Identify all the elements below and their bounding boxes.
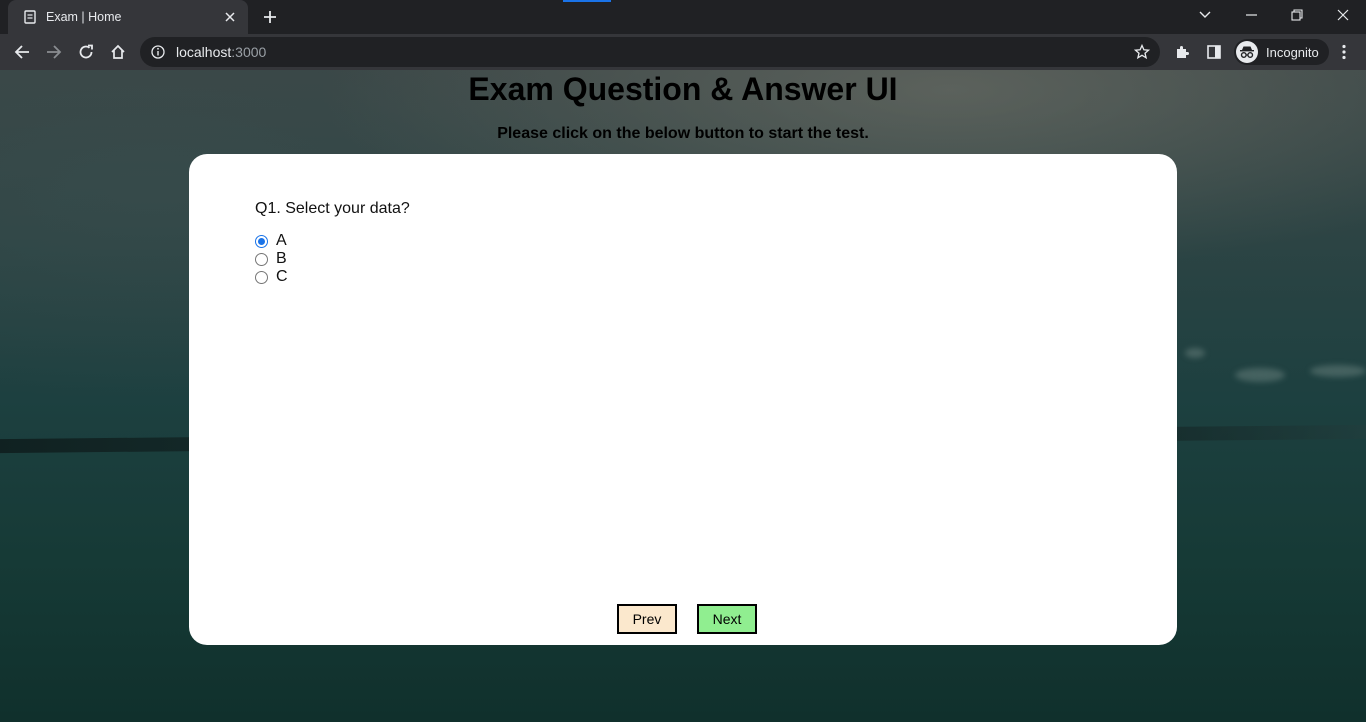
close-icon[interactable] [222,9,238,25]
url-port: :3000 [231,44,267,60]
url-host: localhost [176,44,232,60]
browser-toolbar: localhost:3000 Incognito [0,34,1366,70]
profile-button[interactable]: Incognito [1234,39,1329,65]
profile-label: Incognito [1266,44,1319,60]
background-glint [1185,348,1205,358]
option-a-label: A [276,232,287,249]
background-glint [1235,368,1285,382]
page-viewport: Exam Question & Answer UI Please click o… [0,70,1366,722]
option-c-label: C [276,268,288,285]
star-icon[interactable] [1133,43,1151,60]
extensions-icon[interactable] [1168,38,1196,66]
page-subtitle: Please click on the below button to star… [497,125,869,142]
next-button[interactable]: Next [697,604,757,634]
chevron-down-icon[interactable] [1182,0,1228,30]
option-b-label: B [276,250,287,267]
address-bar[interactable]: localhost:3000 [140,37,1160,67]
tab-strip-accent [563,0,611,2]
plus-icon[interactable] [258,6,282,28]
tab-strip: Exam | Home [0,0,1366,34]
question-text: Q1. Select your data? [255,200,410,217]
answer-options: A B C [255,232,288,286]
kebab-menu-icon[interactable] [1330,38,1358,66]
question-card: Q1. Select your data? A B C Prev Next [189,154,1177,645]
tab-title: Exam | Home [46,10,122,24]
option-c-radio[interactable] [255,270,268,284]
minimize-icon[interactable] [1228,0,1274,30]
prev-button[interactable]: Prev [617,604,677,634]
home-icon[interactable] [104,38,132,66]
option-a[interactable]: A [255,232,288,250]
back-icon[interactable] [8,38,36,66]
background-glint [1310,365,1366,377]
info-icon[interactable] [150,44,166,60]
side-panel-icon[interactable] [1200,38,1228,66]
address-url: localhost:3000 [176,44,266,60]
tab-exam-home[interactable]: Exam | Home [8,0,248,34]
incognito-icon [1236,41,1258,63]
page-icon [22,9,38,25]
option-c[interactable]: C [255,268,288,286]
option-a-radio[interactable] [255,234,268,248]
page-title: Exam Question & Answer UI [468,71,898,107]
option-b-radio[interactable] [255,252,268,266]
forward-icon[interactable] [40,38,68,66]
window-close-icon[interactable] [1320,0,1366,30]
reload-icon[interactable] [72,38,100,66]
restore-icon[interactable] [1274,0,1320,30]
option-b[interactable]: B [255,250,288,268]
